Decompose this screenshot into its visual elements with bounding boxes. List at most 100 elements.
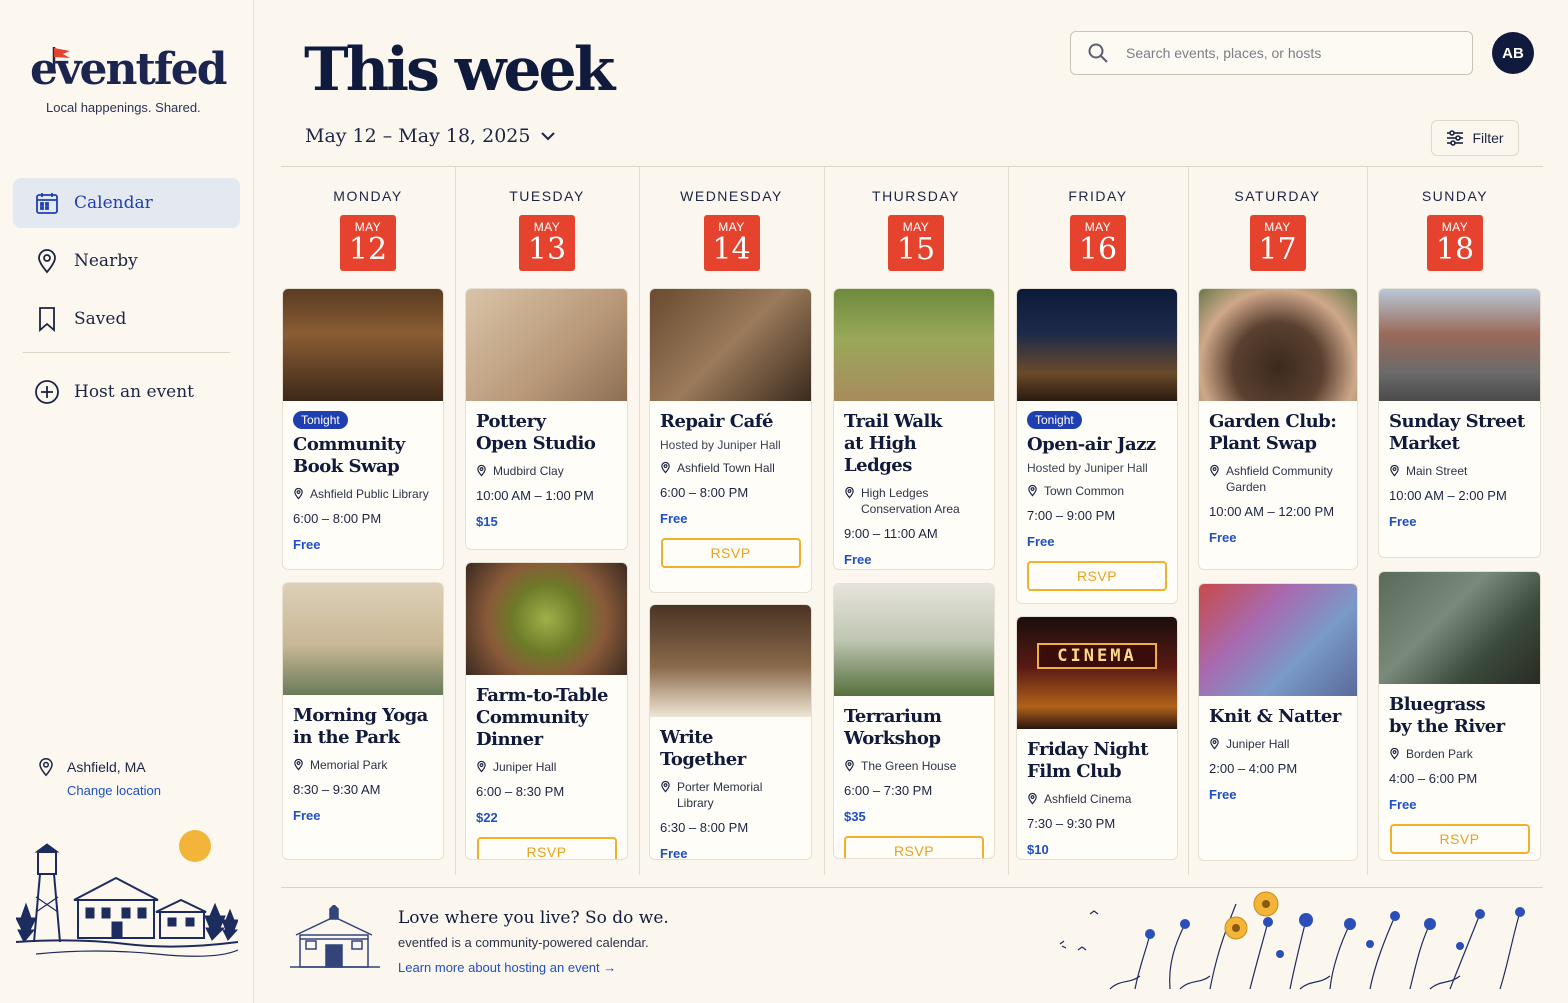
page-title: This week: [304, 35, 615, 105]
map-pin-icon: [294, 487, 303, 500]
event-location: Ashfield Community Garden: [1209, 463, 1347, 495]
event-title: Community Book Swap: [293, 434, 405, 477]
rsvp-button[interactable]: RSVP: [1027, 561, 1167, 591]
sidebar-item-saved[interactable]: Saved: [13, 294, 240, 344]
event-location-text: Ashfield Town Hall: [677, 461, 775, 475]
rsvp-button[interactable]: RSVP: [844, 836, 984, 858]
event-time: 6:00 – 7:30 PM: [844, 783, 933, 798]
event-time: 4:00 – 6:00 PM: [1389, 771, 1478, 786]
guitar-photo: [1379, 572, 1540, 684]
event-card[interactable]: CINEMA Friday Night Film Club Ashfield Cine…: [1016, 616, 1178, 860]
event-time: 7:30 – 9:30 PM: [1027, 816, 1116, 831]
day-header: MONDAY MAY 12: [281, 188, 455, 271]
event-location-text: Juniper Hall: [1226, 737, 1290, 751]
event-location-text: Ashfield Cinema: [1044, 792, 1132, 806]
event-time: 6:00 – 8:00 PM: [293, 511, 382, 526]
filter-label: Filter: [1472, 130, 1504, 146]
event-card[interactable]: Sunday Street Market Main Street 10:00 AM –…: [1378, 288, 1541, 558]
trail-photo: [834, 289, 994, 401]
date-badge: MAY 16: [1070, 215, 1126, 271]
day-header: SATURDAY MAY 17: [1188, 188, 1367, 271]
cinema-sign: CINEMA: [1037, 643, 1157, 669]
date-range-selector[interactable]: May 12 – May 18, 2025: [305, 125, 556, 147]
rsvp-button[interactable]: RSVP: [1389, 824, 1530, 854]
event-time: 6:30 – 8:00 PM: [660, 820, 749, 835]
avatar[interactable]: AB: [1492, 32, 1534, 74]
sidebar-item-calendar[interactable]: Calendar: [13, 178, 240, 228]
rsvp-button[interactable]: RSVP: [476, 837, 617, 859]
event-title: Pottery Open Studio: [476, 411, 596, 454]
event-price: Free: [1209, 787, 1237, 802]
event-card-body: Morning Yoga in the Park Memorial Park 8:30…: [283, 695, 443, 835]
event-location-text: Ashfield Public Library: [310, 487, 429, 501]
event-card[interactable]: Farm-to-Table Community Dinner Juniper Ha…: [465, 562, 628, 860]
day-name: SATURDAY: [1234, 188, 1321, 204]
event-card[interactable]: Tonight Community Book Swap Ashfield Public…: [282, 288, 444, 570]
date-badge-day: 16: [1078, 232, 1118, 267]
date-badge-day: 17: [1258, 232, 1297, 267]
location-name: Ashfield, MA: [67, 759, 146, 775]
event-price: Free: [1209, 530, 1237, 545]
event-card[interactable]: Terrarium Workshop The Green House 6:00 – 7…: [833, 583, 995, 859]
salad-photo: [466, 563, 627, 675]
search-input[interactable]: [1126, 45, 1446, 61]
event-location-text: Juniper Hall: [493, 760, 557, 774]
search-icon: [1088, 43, 1108, 63]
sidebar-item-nearby[interactable]: Nearby: [13, 236, 240, 286]
event-card-body: Sunday Street Market Main Street 10:00 AM –…: [1379, 401, 1540, 541]
event-card[interactable]: Tonight Open-air Jazz Hosted by Juniper Ha…: [1016, 288, 1178, 604]
event-card[interactable]: Garden Club: Plant Swap Ashfield Community…: [1198, 288, 1358, 570]
event-time: 10:00 AM – 2:00 PM: [1389, 488, 1507, 503]
repair-photo: [650, 289, 811, 401]
event-card-body: Trail Walk at High Ledges High Ledges Cons…: [834, 401, 994, 569]
event-card[interactable]: Pottery Open Studio Mudbird Clay 10:00 AM –…: [465, 288, 628, 550]
event-location: Ashfield Public Library: [293, 486, 433, 502]
day-name: MONDAY: [333, 188, 403, 204]
event-time: 6:00 – 8:30 PM: [476, 784, 565, 799]
date-badge: MAY 18: [1427, 215, 1483, 271]
map-pin-icon: [1390, 464, 1399, 477]
map-pin-icon: [1210, 464, 1219, 477]
event-card[interactable]: Knit & Natter Juniper Hall 2:00 – 4:00 PM F…: [1198, 583, 1358, 861]
column-divider: [1008, 167, 1009, 875]
column-divider: [824, 167, 825, 875]
event-location-text: The Green House: [861, 759, 957, 773]
yarn-photo: [1199, 584, 1357, 696]
town-illustration: [16, 843, 238, 957]
event-card[interactable]: Trail Walk at High Ledges High Ledges Cons…: [833, 288, 995, 570]
event-card[interactable]: Write Together Porter Memorial Library 6:3…: [649, 604, 812, 860]
change-location-link[interactable]: Change location: [67, 783, 161, 798]
event-price: $10: [1027, 842, 1049, 857]
event-location: Porter Memorial Library: [660, 779, 801, 811]
date-badge: MAY 13: [519, 215, 575, 271]
event-card[interactable]: Bluegrass by the River Borden Park 4:00 – 6…: [1378, 571, 1541, 861]
calendar-top-rule: [281, 166, 1543, 167]
rsvp-button[interactable]: RSVP: [660, 538, 801, 568]
event-card-body: Pottery Open Studio Mudbird Clay 10:00 AM –…: [466, 401, 627, 541]
market-photo: [1379, 289, 1540, 401]
column-divider: [455, 167, 456, 875]
event-title: Garden Club: Plant Swap: [1209, 411, 1337, 454]
event-price: Free: [844, 552, 872, 567]
date-badge-day: 18: [1435, 232, 1475, 267]
map-pin-icon: [661, 461, 670, 474]
filter-button[interactable]: Filter: [1431, 120, 1519, 156]
event-card[interactable]: Morning Yoga in the Park Memorial Park 8:30…: [282, 582, 444, 860]
event-title: Trail Walk at High Ledges: [844, 411, 942, 476]
event-location: Ashfield Town Hall: [660, 460, 801, 476]
day-header: THURSDAY MAY 15: [824, 188, 1008, 271]
event-price: $35: [844, 809, 866, 824]
hosting-info-link[interactable]: Learn more about hosting an event →: [398, 960, 669, 975]
plus-circle-icon: [34, 379, 60, 405]
sidebar-item-label: Calendar: [74, 193, 153, 213]
event-card[interactable]: Repair Café Hosted by Juniper Hall Ashfiel…: [649, 288, 812, 593]
date-badge: MAY 12: [340, 215, 396, 271]
day-name: SUNDAY: [1421, 188, 1489, 204]
sidebar-item-label: Saved: [74, 309, 127, 329]
event-time: 10:00 AM – 1:00 PM: [476, 488, 594, 503]
app-logo[interactable]: eventfed Local happenings. Shared.: [30, 47, 230, 115]
sidebar: eventfed Local happenings. Shared. Calen…: [0, 0, 254, 1003]
sidebar-item-host-event[interactable]: Host an event: [13, 367, 240, 417]
event-host: Hosted by Juniper Hall: [1027, 461, 1148, 475]
pottery-photo: [466, 289, 627, 401]
